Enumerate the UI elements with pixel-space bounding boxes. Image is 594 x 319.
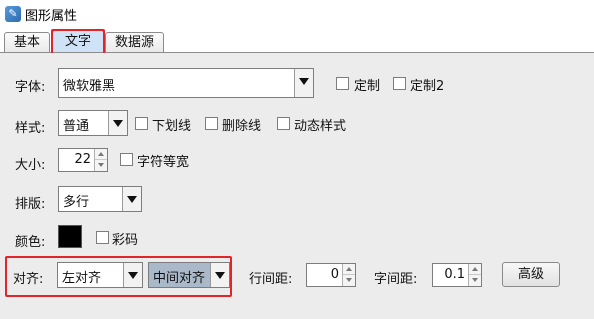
strikethrough-checkbox[interactable] (205, 117, 218, 130)
char-spacing-label: 字间距: (374, 272, 418, 287)
tab-basic[interactable]: 基本 (4, 32, 50, 53)
custom1-label: 定制 (354, 79, 381, 94)
spin-up-icon[interactable] (95, 149, 107, 160)
rainbow-label: 彩码 (112, 233, 139, 248)
tab-highlight-box (51, 29, 105, 55)
dynamic-style-checkbox[interactable] (277, 117, 290, 130)
line-spacing-value: 0 (330, 267, 339, 282)
custom2-checkbox[interactable] (393, 77, 406, 90)
spin-down-icon[interactable] (343, 275, 355, 286)
custom1-checkbox[interactable] (336, 77, 349, 90)
underline-checkbox[interactable] (135, 117, 148, 130)
underline-label: 下划线 (152, 119, 192, 134)
chevron-down-icon[interactable] (108, 111, 127, 135)
dynamic-style-label: 动态样式 (294, 119, 347, 134)
size-spinner-buttons (94, 149, 107, 171)
chevron-down-icon[interactable] (294, 69, 313, 97)
char-spacing-spinner-buttons (468, 264, 481, 286)
custom2-label: 定制2 (410, 79, 445, 94)
app-icon: ✎ (5, 6, 21, 22)
align-highlight-box (5, 256, 232, 297)
size-spinner[interactable]: 22 (58, 148, 108, 172)
spin-up-icon[interactable] (469, 264, 481, 275)
window-title: 图形属性 (25, 9, 78, 24)
size-spinner-value: 22 (74, 152, 91, 167)
font-select-value: 微软雅黑 (63, 79, 116, 94)
style-label: 样式: (15, 121, 46, 136)
strikethrough-label: 删除线 (222, 119, 262, 134)
layout-label: 排版: (15, 197, 46, 212)
layout-select[interactable]: 多行 (58, 186, 142, 212)
chevron-down-icon[interactable] (122, 187, 141, 211)
char-spacing-value: 0.1 (444, 267, 465, 282)
style-select[interactable]: 普通 (58, 110, 128, 136)
font-label: 字体: (15, 80, 46, 95)
style-select-value: 普通 (63, 119, 90, 134)
spin-up-icon[interactable] (343, 264, 355, 275)
line-spacing-label: 行间距: (249, 272, 293, 287)
title-bar: ✎ 图形属性 (0, 0, 594, 28)
layout-select-value: 多行 (63, 195, 90, 210)
char-spacing-spinner[interactable]: 0.1 (432, 263, 482, 287)
color-swatch[interactable] (58, 225, 82, 248)
line-spacing-spinner-buttons (342, 264, 355, 286)
spin-down-icon[interactable] (469, 275, 481, 286)
font-select[interactable]: 微软雅黑 (58, 68, 314, 98)
advanced-button[interactable]: 高级 (502, 262, 560, 287)
monospace-checkbox[interactable] (120, 153, 133, 166)
color-label: 颜色: (15, 235, 46, 250)
size-label: 大小: (15, 158, 46, 173)
tab-data-source[interactable]: 数据源 (105, 32, 164, 53)
rainbow-checkbox[interactable] (96, 231, 109, 244)
spin-down-icon[interactable] (95, 160, 107, 171)
line-spacing-spinner[interactable]: 0 (306, 263, 356, 287)
monospace-label: 字符等宽 (137, 155, 190, 170)
